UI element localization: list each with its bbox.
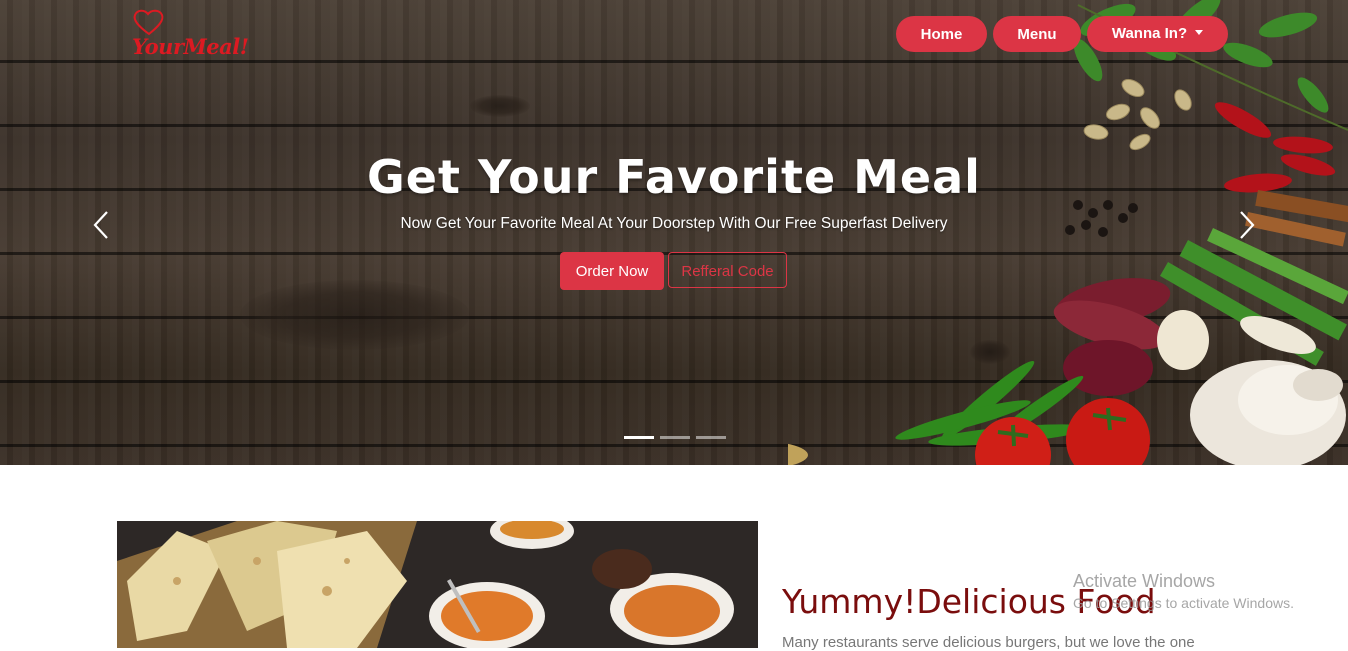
wood-knot [240,280,470,350]
wood-knot [470,95,530,117]
hero-carousel: YourMeal! Home Menu Wanna In? Get Your F… [0,0,1348,465]
carousel-indicator-1[interactable] [624,436,654,439]
brand-logo[interactable]: YourMeal! [128,8,258,64]
carousel-indicators [624,436,726,440]
carousel-indicator-2[interactable] [660,436,690,439]
nav-menu-button[interactable]: Menu [993,16,1081,52]
food-illustration [117,521,758,648]
nav-wanna-in-dropdown[interactable]: Wanna In? [1087,16,1228,52]
windows-watermark-subtitle: Go to Settings to activate Windows. [1073,595,1294,611]
carousel-indicator-3[interactable] [696,436,726,439]
hero-subtitle: Now Get Your Favorite Meal At Your Doors… [400,215,948,232]
carousel-prev-icon[interactable] [90,210,112,240]
dropdown-label: Wanna In? [1111,25,1188,42]
nav-home-button[interactable]: Home [896,16,987,52]
referral-code-button[interactable]: Refferal Code [668,252,787,288]
hero-title: Get Your Favorite Meal [367,150,981,204]
caret-down-icon [1195,30,1204,35]
windows-watermark-title: Activate Windows [1073,571,1216,591]
section-text: Many restaurants serve delicious burgers… [782,634,1195,651]
order-now-button[interactable]: Order Now [560,252,664,290]
carousel-next-icon[interactable] [1236,210,1258,240]
food-photo [117,521,758,648]
heart-outline-icon [133,9,164,36]
logo-text: YourMeal! [132,34,249,59]
